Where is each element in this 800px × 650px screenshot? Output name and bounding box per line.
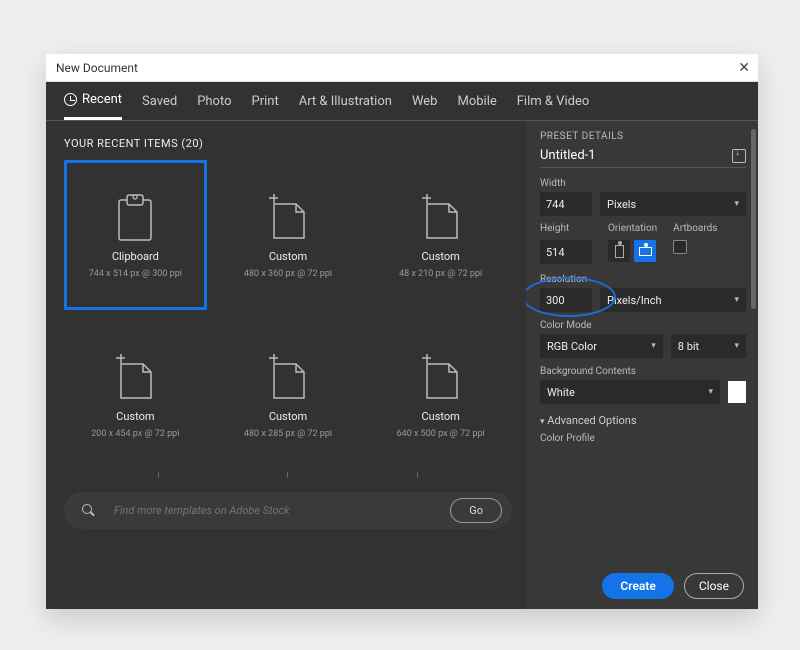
new-document-dialog: New Document ✕ Recent Saved Photo Print … (46, 54, 758, 609)
preset-card[interactable]: Custom 48 x 210 px @ 72 ppi (369, 160, 512, 310)
color-mode-select[interactable]: RGB Color▾ (540, 334, 663, 358)
preset-sub: 480 x 360 px @ 72 ppi (244, 269, 332, 279)
tab-web[interactable]: Web (412, 92, 438, 120)
create-button[interactable]: Create (602, 573, 673, 599)
chevron-down-icon: ▾ (734, 199, 739, 209)
orientation-label: Orientation (608, 223, 657, 234)
preset-title: Custom (269, 250, 307, 263)
preset-name[interactable]: Untitled-1 (540, 148, 596, 163)
preset-card[interactable]: Custom 200 x 454 px @ 72 ppi (64, 320, 207, 470)
page-icon (419, 192, 463, 244)
preset-sub: 744 x 514 px @ 300 ppi (89, 269, 182, 279)
stock-search-input[interactable] (108, 500, 438, 521)
preset-card[interactable]: Custom 480 x 360 px @ 72 ppi (217, 160, 360, 310)
page-icon (419, 352, 463, 404)
bg-label: Background Contents (540, 366, 746, 377)
chevron-down-icon: ▾ (708, 387, 713, 397)
preset-details-header: PRESET DETAILS (540, 131, 746, 142)
page-icon (266, 192, 310, 244)
clipboard-icon (113, 192, 157, 244)
preset-sub: 200 x 454 px @ 72 ppi (91, 429, 179, 439)
stock-search-row: Go (64, 492, 512, 529)
color-mode-label: Color Mode (540, 320, 746, 331)
resolution-label: Resolution (540, 274, 746, 285)
tab-recent[interactable]: Recent (64, 92, 122, 120)
chevron-down-icon: ▾ (651, 341, 656, 351)
tab-print[interactable]: Print (252, 92, 279, 120)
tab-art[interactable]: Art & Illustration (299, 92, 392, 120)
artboards-checkbox[interactable] (673, 240, 687, 254)
category-tabs: Recent Saved Photo Print Art & Illustrat… (46, 82, 758, 121)
scrollbar[interactable] (751, 129, 756, 309)
artboards-label: Artboards (673, 223, 717, 234)
preset-details-panel: PRESET DETAILS Untitled-1 Width Pixels▾ … (526, 121, 758, 609)
tab-saved[interactable]: Saved (142, 92, 177, 120)
chevron-down-icon: ▾ (734, 295, 739, 305)
window-title: New Document (56, 61, 138, 75)
save-preset-icon[interactable] (732, 149, 746, 163)
resolution-unit-select[interactable]: Pixels/Inch▾ (600, 288, 746, 312)
preset-sub: 640 x 500 px @ 72 ppi (397, 429, 485, 439)
width-label: Width (540, 178, 746, 189)
advanced-options-toggle[interactable]: ▾ Advanced Options (540, 414, 746, 427)
preset-card[interactable]: Custom 480 x 285 px @ 72 ppi (217, 320, 360, 470)
close-button[interactable]: Close (684, 573, 744, 599)
recent-items-header: YOUR RECENT ITEMS (20) (64, 137, 512, 150)
width-input[interactable] (540, 192, 592, 216)
recent-items-panel: YOUR RECENT ITEMS (20) Clipboard 744 x 5… (46, 121, 526, 609)
preset-title: Custom (116, 410, 154, 423)
preset-title: Custom (422, 250, 460, 263)
bg-swatch[interactable] (728, 381, 746, 403)
orientation-landscape[interactable] (634, 240, 656, 262)
titlebar: New Document ✕ (46, 54, 758, 82)
search-icon (82, 504, 96, 518)
clock-icon (64, 93, 77, 106)
height-label: Height (540, 223, 592, 234)
width-unit-select[interactable]: Pixels▾ (600, 192, 746, 216)
chevron-down-icon: ▾ (540, 417, 545, 427)
preset-title: Custom (422, 410, 460, 423)
page-icon (113, 352, 157, 404)
preset-card[interactable]: Clipboard 744 x 514 px @ 300 ppi (64, 160, 207, 310)
tab-film[interactable]: Film & Video (517, 92, 590, 120)
bg-select[interactable]: White▾ (540, 380, 720, 404)
chevron-down-icon: ▾ (734, 341, 739, 351)
go-button[interactable]: Go (450, 498, 502, 523)
orientation-portrait[interactable] (608, 240, 630, 262)
carousel-ticks (64, 472, 512, 478)
preset-sub: 48 x 210 px @ 72 ppi (399, 269, 482, 279)
preset-sub: 480 x 285 px @ 72 ppi (244, 429, 332, 439)
height-input[interactable] (540, 240, 592, 264)
preset-title: Custom (269, 410, 307, 423)
tab-photo[interactable]: Photo (197, 92, 231, 120)
bit-depth-select[interactable]: 8 bit▾ (671, 334, 746, 358)
page-icon (266, 352, 310, 404)
color-profile-label: Color Profile (540, 433, 746, 444)
preset-card[interactable]: Custom 640 x 500 px @ 72 ppi (369, 320, 512, 470)
resolution-input[interactable] (540, 288, 592, 312)
tab-mobile[interactable]: Mobile (457, 92, 496, 120)
preset-title: Clipboard (112, 250, 159, 263)
window-close-icon[interactable]: ✕ (738, 60, 750, 76)
